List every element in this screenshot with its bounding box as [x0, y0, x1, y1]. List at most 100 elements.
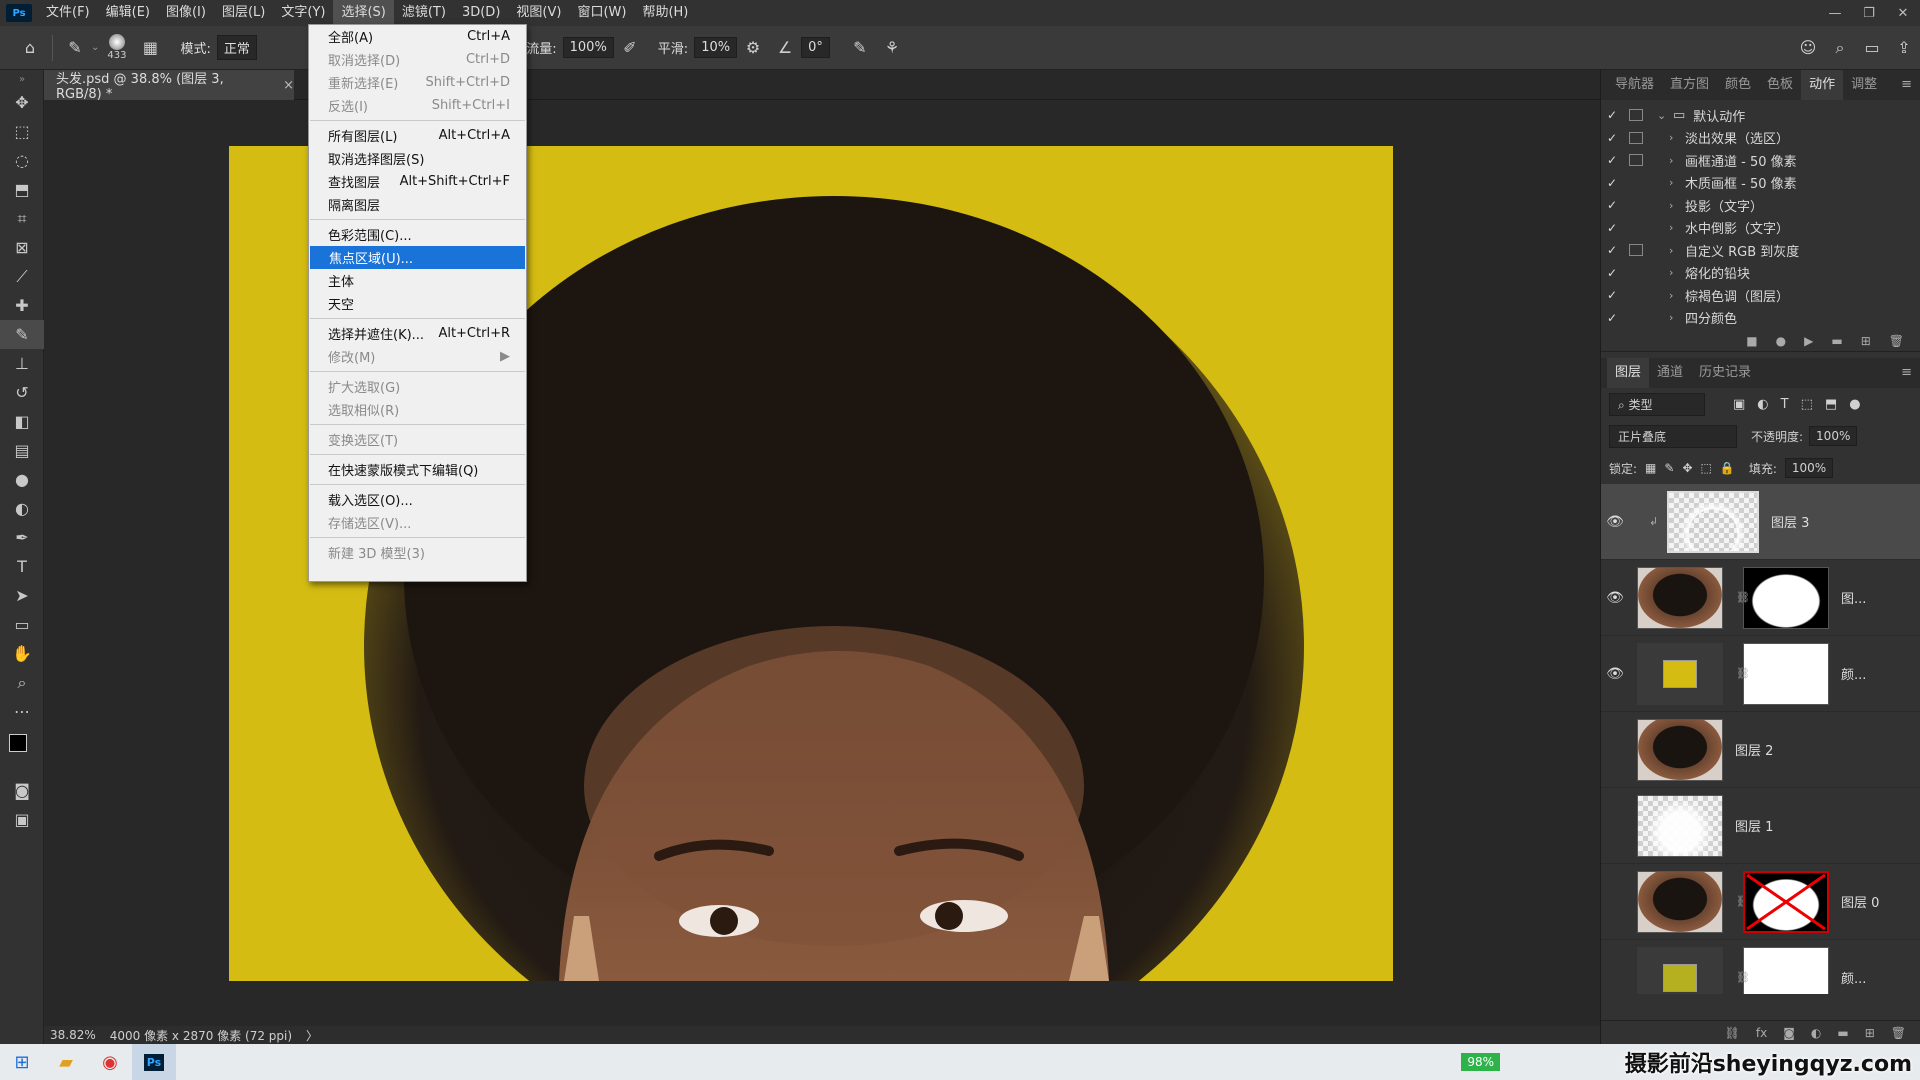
- layer-mask-thumbnail[interactable]: [1743, 566, 1829, 629]
- healing-brush-icon[interactable]: ✚: [0, 291, 44, 320]
- adjustment-layer-icon[interactable]: ◐: [1811, 1026, 1821, 1040]
- menu-edit[interactable]: 编辑(E): [98, 0, 158, 26]
- tab-histogram[interactable]: 直方图: [1662, 70, 1717, 100]
- hand-tool-icon[interactable]: ✋: [0, 639, 44, 668]
- menu-select[interactable]: 选择(S): [333, 0, 394, 26]
- visibility-eye-icon[interactable]: 👁: [1601, 666, 1629, 682]
- layer-thumbnail[interactable]: [1637, 870, 1723, 933]
- select-menu-item[interactable]: 载入选区(O)...: [309, 488, 526, 511]
- select-menu-item[interactable]: 变换选区(T): [309, 428, 526, 451]
- tab-history[interactable]: 历史记录: [1691, 358, 1759, 388]
- menu-window[interactable]: 窗口(W): [569, 0, 634, 26]
- select-menu-item[interactable]: 所有图层(L) Alt+Ctrl+A: [309, 124, 526, 147]
- zoom-tool-icon[interactable]: ⌕: [0, 668, 44, 697]
- dialog-toggle[interactable]: [1629, 109, 1643, 122]
- visibility-eye-icon[interactable]: 👁: [1601, 590, 1629, 606]
- lock-all-icon[interactable]: 🔒: [1720, 461, 1735, 475]
- play-icon[interactable]: ▶: [1804, 334, 1813, 348]
- brush-tool-icon[interactable]: ✎: [0, 320, 44, 349]
- menu-type[interactable]: 文字(Y): [273, 0, 333, 26]
- layer-row[interactable]: ⛓ 图层 0: [1601, 864, 1920, 940]
- menu-3d[interactable]: 3D(D): [454, 0, 508, 26]
- type-tool-icon[interactable]: T: [0, 552, 44, 581]
- chevron-right-icon[interactable]: ›: [1669, 244, 1685, 257]
- search-icon[interactable]: ⌕: [1828, 36, 1852, 60]
- visibility-eye-icon[interactable]: 👁: [1601, 514, 1629, 530]
- menu-filter[interactable]: 滤镜(T): [394, 0, 454, 26]
- action-item[interactable]: ✓ › 自定义 RGB 到灰度: [1601, 239, 1920, 262]
- symmetry-icon[interactable]: ⚘: [880, 36, 904, 60]
- layer-name[interactable]: 图层 2: [1735, 740, 1773, 759]
- status-menu-arrow-icon[interactable]: 〉: [306, 1027, 318, 1044]
- smooth-input[interactable]: 10%: [694, 37, 738, 58]
- chevron-right-icon[interactable]: ›: [1669, 199, 1685, 212]
- color-swatches[interactable]: [0, 726, 44, 776]
- rectangle-tool-icon[interactable]: ▭: [0, 610, 44, 639]
- windows-start-icon[interactable]: ⊞: [0, 1044, 44, 1080]
- action-item[interactable]: ✓ › 投影（文字）: [1601, 194, 1920, 217]
- action-item[interactable]: ✓ › 水中倒影（文字）: [1601, 217, 1920, 240]
- brush-preset-picker[interactable]: 433: [107, 34, 126, 61]
- chrome-icon[interactable]: ◉: [88, 1044, 132, 1080]
- disabled-layer-mask[interactable]: [1743, 870, 1829, 933]
- opacity-input[interactable]: 100%: [1809, 426, 1858, 446]
- select-menu-item[interactable]: 反选(I) Shift+Ctrl+I: [309, 94, 526, 117]
- eraser-tool-icon[interactable]: ◧: [0, 407, 44, 436]
- select-menu-item[interactable]: 修改(M) ▶: [309, 345, 526, 368]
- select-menu-item[interactable]: 在快速蒙版模式下编辑(Q): [309, 458, 526, 481]
- lock-pixels-icon[interactable]: ✎: [1664, 461, 1674, 475]
- select-menu-item[interactable]: 焦点区域(U)...: [310, 246, 525, 269]
- layer-mask-thumbnail[interactable]: [1743, 642, 1829, 705]
- chevron-right-icon[interactable]: ›: [1669, 131, 1685, 144]
- collapse-icon[interactable]: »: [0, 70, 44, 88]
- angle-input[interactable]: 0°: [801, 37, 830, 58]
- pressure-size-icon[interactable]: ✎: [848, 36, 872, 60]
- filter-type-icon[interactable]: T: [1781, 397, 1789, 412]
- expand-icon[interactable]: ⌄: [1657, 109, 1673, 122]
- home-icon[interactable]: ⌂: [18, 36, 42, 60]
- more-tools-icon[interactable]: ⋯: [0, 697, 44, 726]
- chevron-right-icon[interactable]: ›: [1669, 311, 1685, 324]
- action-item[interactable]: ✓ ⌄ ▭ 默认动作: [1601, 104, 1920, 127]
- chevron-right-icon[interactable]: ›: [1669, 289, 1685, 302]
- select-menu-item[interactable]: 主体: [309, 269, 526, 292]
- new-set-icon[interactable]: ▬: [1831, 334, 1842, 348]
- select-menu-item[interactable]: 查找图层 Alt+Shift+Ctrl+F: [309, 170, 526, 193]
- layer-row[interactable]: 图层 2: [1601, 712, 1920, 788]
- chevron-right-icon[interactable]: ›: [1669, 154, 1685, 167]
- screen-mode-icon[interactable]: ▣: [0, 805, 44, 834]
- fx-icon[interactable]: fx: [1756, 1026, 1767, 1040]
- action-item[interactable]: ✓ › 淡出效果（选区）: [1601, 127, 1920, 150]
- layer-name[interactable]: 图层 1: [1735, 816, 1773, 835]
- layer-name[interactable]: 图层 3: [1771, 512, 1809, 531]
- path-select-icon[interactable]: ➤: [0, 581, 44, 610]
- check-icon[interactable]: ✓: [1601, 153, 1623, 167]
- layer-row[interactable]: 图层 1: [1601, 788, 1920, 864]
- layer-thumbnail[interactable]: [1667, 490, 1759, 553]
- menu-layer[interactable]: 图层(L): [214, 0, 273, 26]
- layer-row[interactable]: 👁 ⛓ 颜...: [1601, 636, 1920, 712]
- gear-icon[interactable]: ⚙: [741, 36, 765, 60]
- menu-image[interactable]: 图像(I): [158, 0, 214, 26]
- chevron-right-icon[interactable]: ›: [1669, 266, 1685, 279]
- workspace-icon[interactable]: ▭: [1860, 36, 1884, 60]
- brush-settings-icon[interactable]: ▦: [138, 36, 162, 60]
- select-menu-item[interactable]: 色彩范围(C)...: [309, 223, 526, 246]
- check-icon[interactable]: ✓: [1601, 198, 1623, 212]
- photoshop-taskbar-icon[interactable]: Ps: [132, 1044, 176, 1080]
- tab-actions[interactable]: 动作: [1801, 70, 1844, 100]
- layer-mask-thumbnail[interactable]: [1743, 946, 1829, 994]
- check-icon[interactable]: ✓: [1601, 243, 1623, 257]
- select-menu-item[interactable]: 取消选择(D) Ctrl+D: [309, 48, 526, 71]
- close-window-button[interactable]: ✕: [1886, 0, 1920, 26]
- dropdown-arrow-icon[interactable]: ⌄: [91, 42, 99, 53]
- select-menu-item[interactable]: 存储选区(V)...: [309, 511, 526, 534]
- filter-shape-icon[interactable]: ⬚: [1801, 397, 1813, 412]
- check-icon[interactable]: ✓: [1601, 221, 1623, 235]
- quick-mask-icon[interactable]: ◙: [0, 776, 44, 805]
- action-item[interactable]: ✓ › 熔化的铅块: [1601, 262, 1920, 285]
- tab-swatches[interactable]: 色板: [1759, 70, 1801, 100]
- select-menu-item[interactable]: 选取相似(R): [309, 398, 526, 421]
- dodge-tool-icon[interactable]: ◐: [0, 494, 44, 523]
- menu-file[interactable]: 文件(F): [38, 0, 98, 26]
